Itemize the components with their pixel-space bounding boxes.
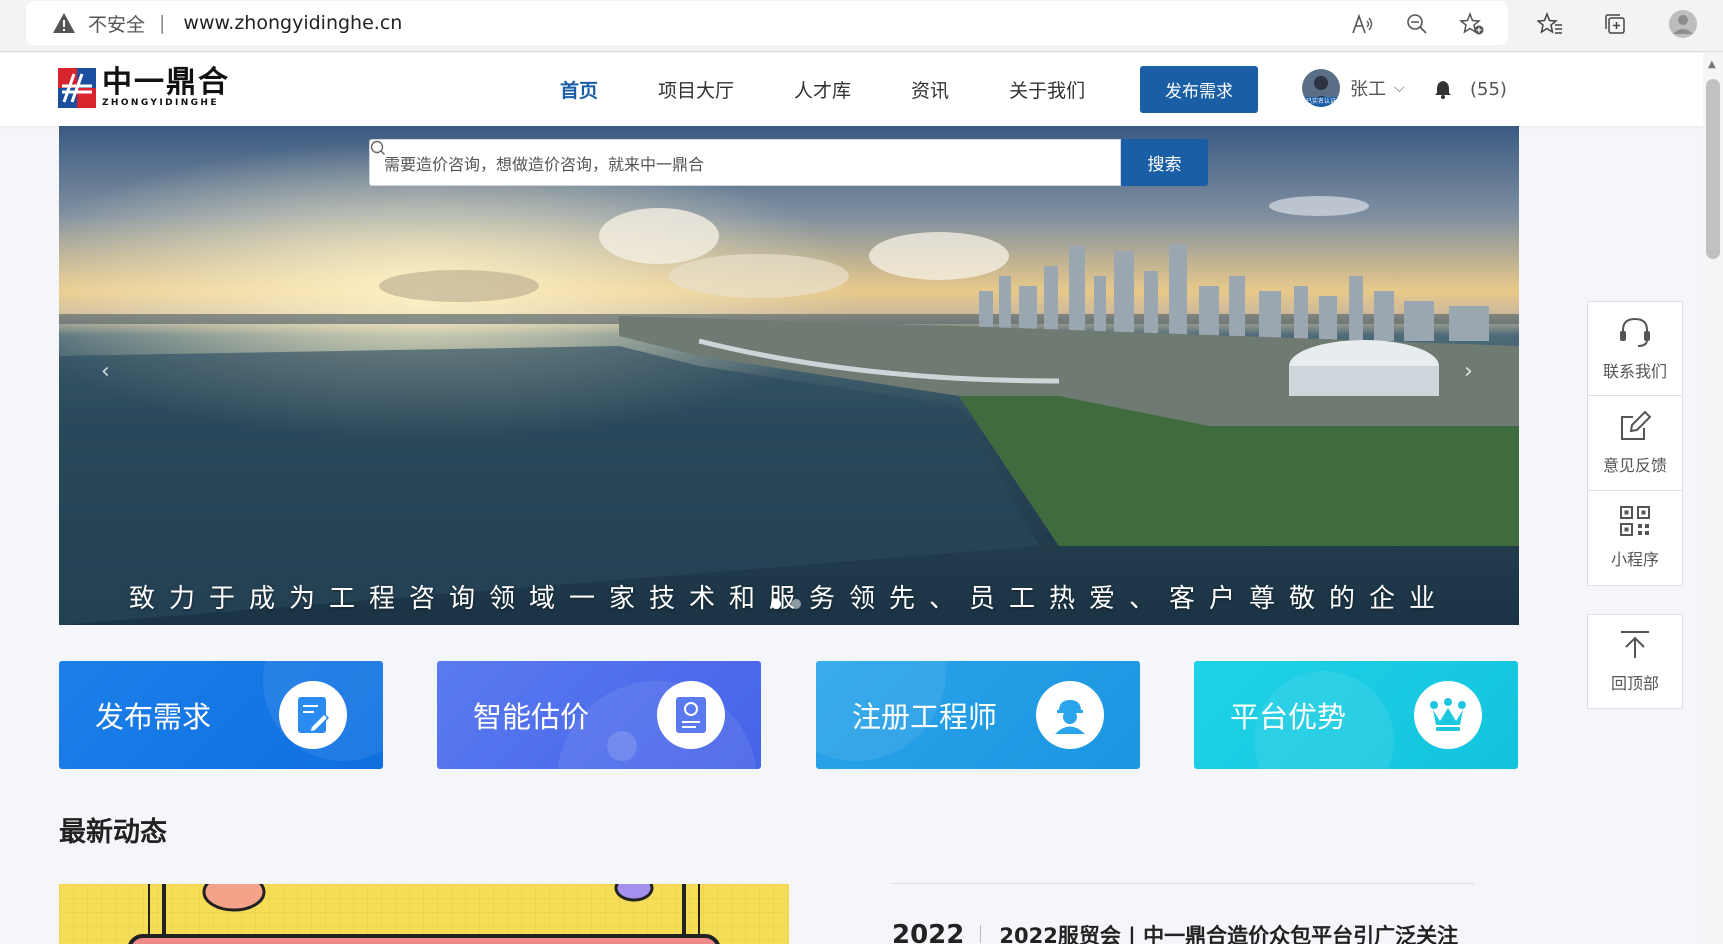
user-menu[interactable]: 已实名认证 张工 ⌵ (1302, 69, 1405, 107)
qr-code-icon (1620, 506, 1650, 536)
url-text[interactable]: www.zhongyidinghe.cn (183, 12, 402, 34)
back-to-top-label: 回顶部 (1610, 673, 1659, 693)
insecure-label: 不安全 (88, 13, 146, 36)
section-title-latest-news: 最新动态 (59, 817, 167, 848)
back-to-top-button[interactable]: 回顶部 (1587, 614, 1683, 709)
document-search-icon (657, 681, 725, 749)
card-label: 发布需求 (95, 700, 212, 734)
nav-home[interactable]: 首页 (560, 76, 598, 103)
edit-document-icon (279, 681, 347, 749)
profile-icon[interactable] (1668, 9, 1698, 39)
logo-mark-icon (58, 68, 96, 108)
search-input[interactable]: 需要造价咨询，想做造价咨询，就来中一鼎合 (369, 139, 1121, 186)
site-logo[interactable]: 中一鼎合 ZHONGYIDINGHE (58, 68, 230, 108)
news-year: 2022 (892, 920, 965, 944)
notification-count[interactable]: (55) (1470, 79, 1507, 100)
add-favorite-icon[interactable] (1457, 9, 1487, 39)
chevron-left-icon[interactable]: ‹ (101, 359, 110, 384)
side-item-label: 小程序 (1610, 550, 1659, 569)
card-decoration (1254, 671, 1394, 769)
card-publish-demand[interactable]: 发布需求 (59, 661, 383, 769)
search-button[interactable]: 搜索 (1121, 139, 1208, 186)
scroll-up-arrow-icon[interactable]: ▲ (1708, 59, 1716, 70)
cityscape-illustration (59, 126, 1519, 625)
news-item[interactable]: 2022 2022服贸会 | 中一鼎合造价众包平台引广泛关注 (892, 920, 1458, 944)
side-item-label: 意见反馈 (1602, 456, 1667, 475)
browser-toolbar: 不安全 | www.zhongyidinghe.cn (0, 0, 1723, 52)
contact-us-button[interactable]: 联系我们 (1587, 301, 1683, 396)
favorites-icon[interactable] (1535, 9, 1565, 39)
mini-program-button[interactable]: 小程序 (1587, 491, 1683, 586)
nav-about-us[interactable]: 关于我们 (1009, 76, 1085, 103)
search-placeholder: 需要造价咨询，想做造价咨询，就来中一鼎合 (384, 154, 705, 174)
avatar[interactable]: 已实名认证 (1302, 69, 1340, 107)
side-float-panel: 联系我们 意见反馈 小程序 (1587, 301, 1683, 586)
collections-icon[interactable] (1600, 9, 1630, 39)
nav-project-hall[interactable]: 项目大厅 (658, 76, 734, 103)
warning-icon (53, 13, 75, 33)
verified-badge: 已实名认证 (1302, 97, 1340, 107)
logo-text-en: ZHONGYIDINGHE (102, 98, 219, 108)
news-thumbnail[interactable] (59, 884, 789, 944)
arrow-up-icon (1621, 630, 1649, 658)
carousel-dots (771, 599, 811, 609)
card-decoration (816, 661, 946, 761)
headset-icon (1620, 317, 1650, 347)
publish-demand-button[interactable]: 发布需求 (1140, 66, 1258, 113)
news-divider (892, 883, 1474, 884)
card-smart-estimate[interactable]: 智能估价 (437, 661, 761, 769)
card-register-engineer[interactable]: 注册工程师 (816, 661, 1140, 769)
card-platform-advantage[interactable]: 平台优势 (1194, 661, 1518, 769)
nav-news[interactable]: 资讯 (911, 76, 949, 103)
nav-talent-pool[interactable]: 人才库 (794, 76, 851, 103)
news-title[interactable]: 2022服贸会 | 中一鼎合造价众包平台引广泛关注 (999, 920, 1458, 944)
scroll-thumb[interactable] (1706, 79, 1720, 259)
banner-slogan: 致力于成为工程咨询领域一家技术和服务领先、员工热爱、客户尊敬的企业 (128, 584, 1449, 614)
logo-text-cn: 中一鼎合 (102, 65, 230, 100)
bell-icon[interactable] (1434, 79, 1452, 99)
feedback-button[interactable]: 意见反馈 (1587, 396, 1683, 491)
zoom-out-icon[interactable] (1402, 9, 1432, 39)
crown-icon (1414, 681, 1482, 749)
news-illustration (59, 884, 789, 944)
page-scrollbar[interactable]: ▲ (1703, 53, 1723, 944)
site-header: 中一鼎合 ZHONGYIDINGHE 首页 项目大厅 人才库 资讯 关于我们 发… (0, 53, 1703, 126)
read-aloud-icon[interactable] (1348, 9, 1378, 39)
carousel-dot[interactable] (771, 599, 781, 609)
engineer-icon (1036, 681, 1104, 749)
main-nav: 首页 项目大厅 人才库 资讯 关于我们 (560, 53, 1145, 126)
chevron-right-icon[interactable]: › (1464, 359, 1473, 384)
edit-icon (1621, 410, 1651, 440)
user-name[interactable]: 张工 (1350, 75, 1386, 101)
search-icon (370, 140, 385, 155)
side-item-label: 联系我们 (1602, 361, 1667, 381)
address-separator: | (159, 12, 166, 34)
carousel-dot[interactable] (791, 599, 801, 609)
news-separator (980, 925, 982, 943)
address-bar[interactable]: 不安全 | www.zhongyidinghe.cn (26, 1, 1508, 45)
hero-banner: 需要造价咨询，想做造价咨询，就来中一鼎合 搜索 ‹ › 致力于成为工程咨询领域一… (59, 126, 1519, 625)
chevron-down-icon[interactable]: ⌵ (1394, 80, 1405, 96)
